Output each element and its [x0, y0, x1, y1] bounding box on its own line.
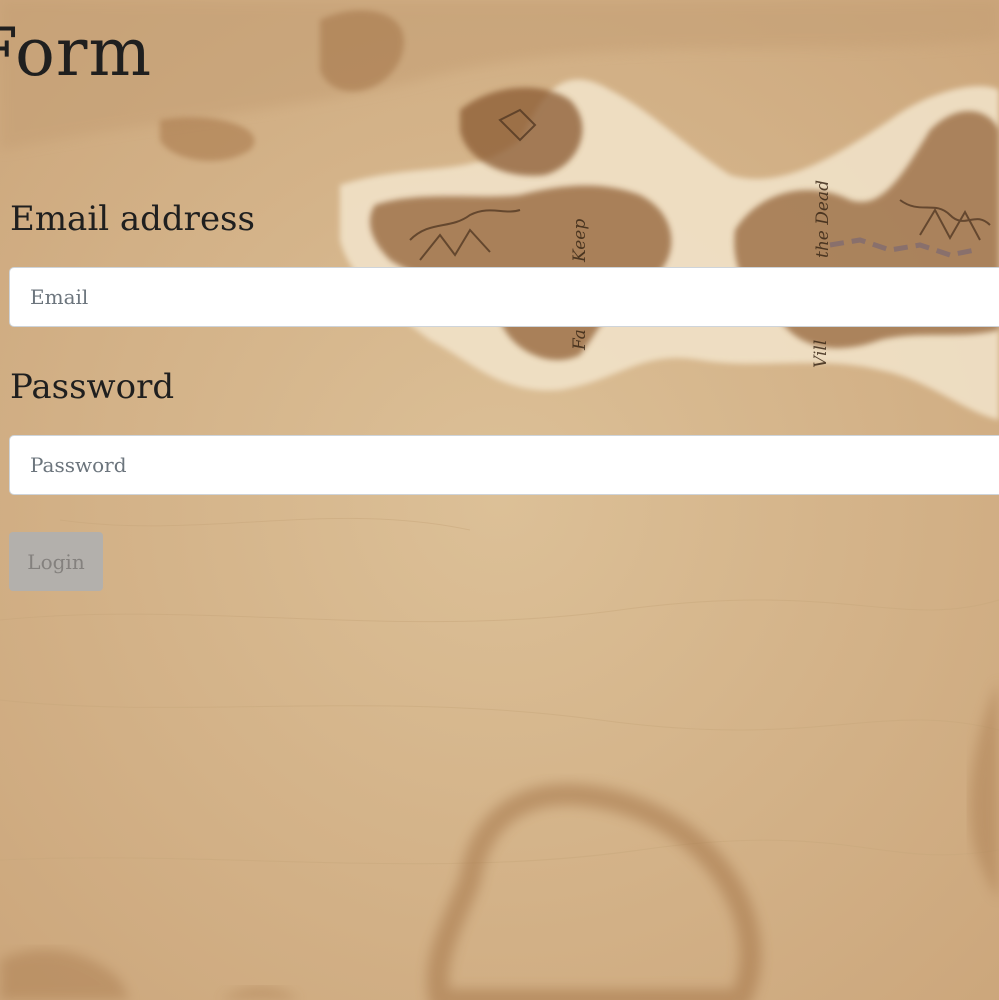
login-button[interactable]: Login	[9, 532, 103, 591]
email-field[interactable]	[9, 267, 999, 327]
login-form-container: Form Email address Password Login	[0, 0, 999, 1000]
password-label: Password	[10, 367, 175, 407]
password-field[interactable]	[9, 435, 999, 495]
email-label: Email address	[10, 199, 255, 239]
page-title: Form	[0, 14, 153, 91]
